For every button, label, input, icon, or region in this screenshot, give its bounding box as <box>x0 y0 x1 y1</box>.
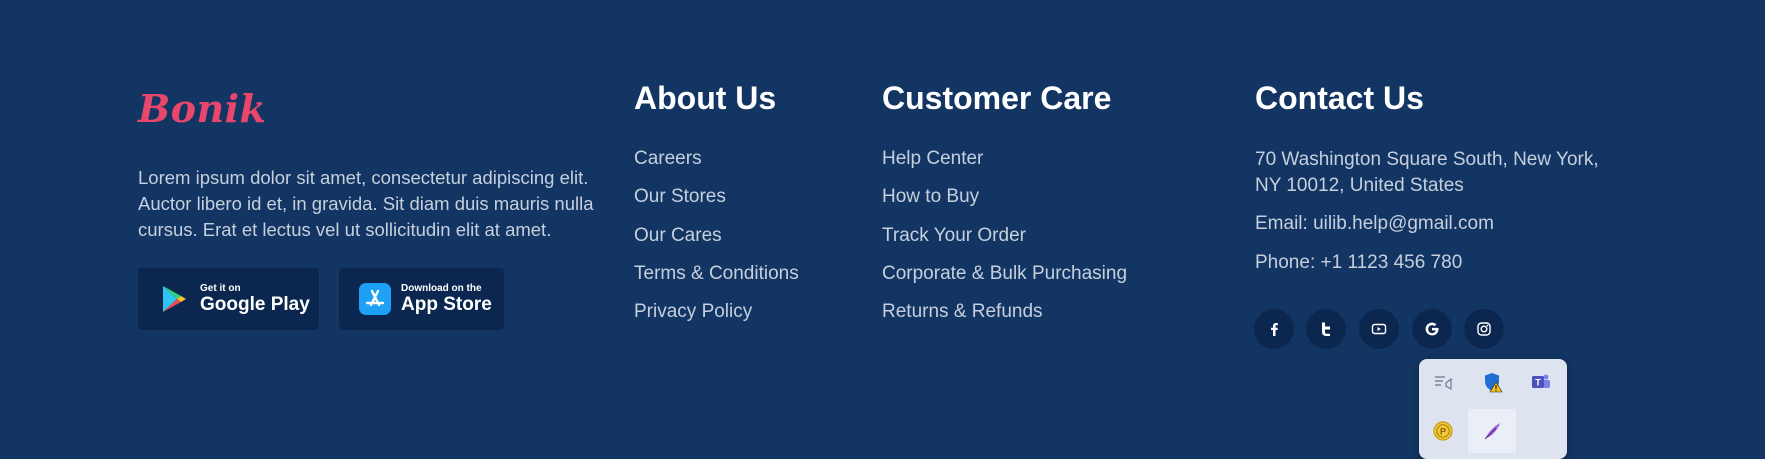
security-warning-icon <box>1485 373 1503 393</box>
p-coin-icon: P <box>1433 421 1453 441</box>
list-item: Help Center <box>882 148 1127 186</box>
app-store-button[interactable]: Download on the App Store <box>339 268 504 330</box>
google-play-label: Google Play <box>200 293 310 315</box>
youtube-icon <box>1371 323 1387 335</box>
list-item: Returns & Refunds <box>882 301 1127 339</box>
link-terms-conditions[interactable]: Terms & Conditions <box>634 263 799 284</box>
list-item: Privacy Policy <box>634 301 799 339</box>
address-line-1: 70 Washington Square South, New York, <box>1255 149 1599 170</box>
link-how-to-buy[interactable]: How to Buy <box>882 186 979 207</box>
link-returns-refunds[interactable]: Returns & Refunds <box>882 301 1043 322</box>
google-play-icon <box>163 286 186 312</box>
contact-phone[interactable]: Phone: +1 1123 456 780 <box>1255 250 1462 276</box>
link-our-stores[interactable]: Our Stores <box>634 186 726 207</box>
system-tray-overflow: T P <box>1419 359 1567 459</box>
address-line-2: NY 10012, United States <box>1255 175 1464 196</box>
list-item: Our Cares <box>634 225 799 263</box>
footer-description: Lorem ipsum dolor sit amet, consectetur … <box>138 167 594 240</box>
google-play-small-label: Get it on <box>200 282 241 294</box>
twitter-icon <box>1322 322 1330 336</box>
list-item: How to Buy <box>882 186 1127 224</box>
tray-item[interactable]: P <box>1419 409 1467 453</box>
tray-item[interactable] <box>1468 409 1516 453</box>
about-us-links: Careers Our Stores Our Cares Terms & Con… <box>634 148 799 339</box>
list-item: Track Your Order <box>882 225 1127 263</box>
feather-pen-icon <box>1484 423 1500 440</box>
brand-logo[interactable]: Bonik <box>138 86 266 131</box>
about-us-heading: About Us <box>634 80 777 116</box>
facebook-button[interactable] <box>1254 309 1294 349</box>
facebook-icon <box>1271 323 1278 336</box>
youtube-button[interactable] <box>1359 309 1399 349</box>
task-list-icon <box>1435 376 1452 391</box>
twitter-button[interactable] <box>1306 309 1346 349</box>
customer-care-heading: Customer Care <box>882 80 1112 116</box>
svg-text:P: P <box>1440 427 1446 437</box>
app-store-icon <box>359 283 391 315</box>
app-store-label: App Store <box>401 293 492 315</box>
list-item: Careers <box>634 148 799 186</box>
google-button[interactable] <box>1412 309 1452 349</box>
list-item: Terms & Conditions <box>634 263 799 301</box>
google-play-button[interactable]: Get it on Google Play <box>138 268 319 330</box>
google-icon <box>1425 322 1439 336</box>
contact-us-heading: Contact Us <box>1255 80 1424 116</box>
link-careers[interactable]: Careers <box>634 148 702 169</box>
instagram-button[interactable] <box>1464 309 1504 349</box>
contact-address: 70 Washington Square South, New York, NY… <box>1255 147 1599 199</box>
svg-text:T: T <box>1535 378 1541 388</box>
link-privacy-policy[interactable]: Privacy Policy <box>634 301 752 322</box>
customer-care-links: Help Center How to Buy Track Your Order … <box>882 148 1127 339</box>
list-item: Corporate & Bulk Purchasing <box>882 263 1127 301</box>
list-item: Our Stores <box>634 186 799 224</box>
link-help-center[interactable]: Help Center <box>882 148 983 169</box>
instagram-icon <box>1477 322 1491 336</box>
teams-icon: T <box>1532 374 1550 388</box>
link-track-order[interactable]: Track Your Order <box>882 225 1026 246</box>
link-corporate-bulk[interactable]: Corporate & Bulk Purchasing <box>882 263 1127 284</box>
contact-email[interactable]: Email: uilib.help@gmail.com <box>1255 211 1494 237</box>
tray-item[interactable] <box>1419 360 1467 404</box>
tray-item[interactable] <box>1468 360 1516 404</box>
app-store-small-label: Download on the <box>401 282 482 294</box>
tray-item[interactable]: T <box>1517 360 1565 404</box>
link-our-cares[interactable]: Our Cares <box>634 225 722 246</box>
